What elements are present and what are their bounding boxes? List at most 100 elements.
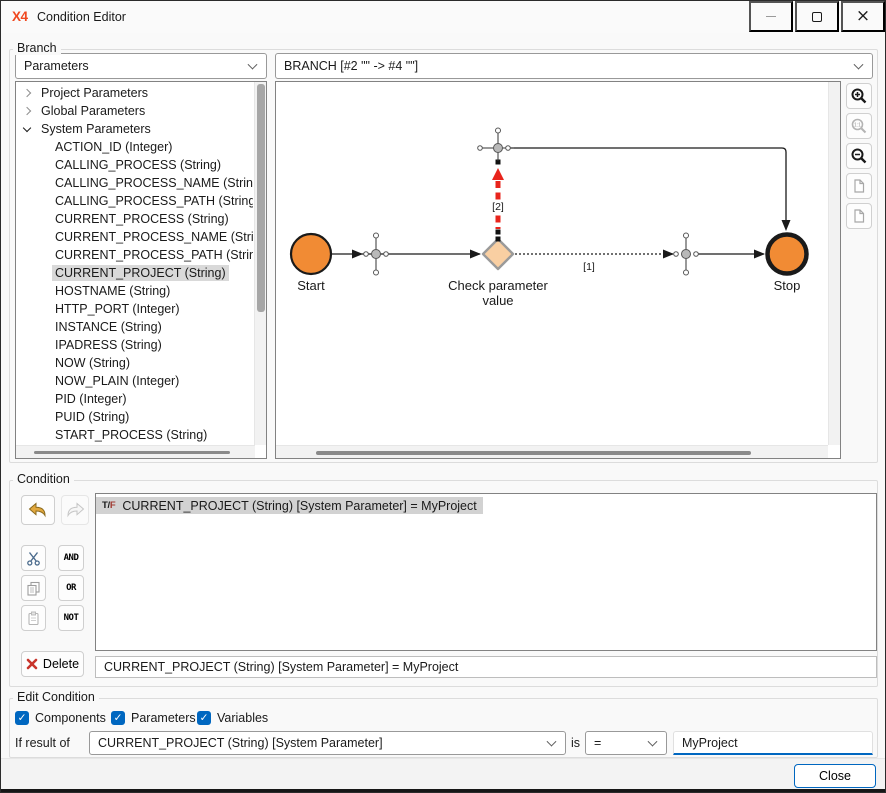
connector-node[interactable] xyxy=(674,233,699,275)
tree-item-label: HOSTNAME (String) xyxy=(52,283,173,299)
zoom-out-icon xyxy=(850,147,868,165)
chevron-right-icon[interactable] xyxy=(22,106,32,116)
stop-node[interactable] xyxy=(768,235,807,274)
diagram-vertical-scrollbar[interactable] xyxy=(828,82,840,445)
and-operator-button[interactable]: AND xyxy=(58,545,84,571)
tree-item[interactable]: System Parameters xyxy=(16,120,253,138)
chevron-down-icon[interactable] xyxy=(22,124,32,134)
arrowhead-icon xyxy=(470,250,481,259)
decision-node-label2: value xyxy=(482,293,513,308)
condition-preview-field[interactable]: CURRENT_PROJECT (String) [System Paramet… xyxy=(95,656,877,678)
tree-hscroll-thumb[interactable] xyxy=(34,451,230,454)
tree-item-label: IPADRESS (String) xyxy=(52,337,165,353)
minimize-button[interactable] xyxy=(749,1,793,32)
chevron-right-icon[interactable] xyxy=(22,88,32,98)
edge-branch1-label: [1] xyxy=(583,261,595,273)
redo-icon xyxy=(65,502,85,518)
chevron-down-icon xyxy=(547,737,557,747)
zoom-actual-size-button[interactable]: 1:1 xyxy=(846,113,872,139)
not-operator-button[interactable]: NOT xyxy=(58,605,84,631)
delete-button[interactable]: Delete xyxy=(21,651,84,677)
undo-icon xyxy=(28,502,48,518)
edge-handle[interactable] xyxy=(496,230,501,235)
tree-item[interactable]: IPADRESS (String) xyxy=(16,336,253,354)
tree-item[interactable]: HOSTNAME (String) xyxy=(16,282,253,300)
connector-node[interactable] xyxy=(364,233,389,275)
checkbox-check-icon[interactable]: ✓ xyxy=(111,711,125,725)
tree-item[interactable]: CALLING_PROCESS (String) xyxy=(16,156,253,174)
tree-item-label: CALLING_PROCESS_PATH (String) xyxy=(52,193,253,209)
checkbox-components[interactable]: ✓Components xyxy=(15,711,106,725)
zoom-in-button[interactable] xyxy=(846,83,872,109)
tree-item[interactable]: CURRENT_PROCESS (String) xyxy=(16,210,253,228)
tree-item-label: Global Parameters xyxy=(38,103,148,119)
page-preview-button[interactable] xyxy=(846,203,872,229)
diagram-horizontal-scrollbar[interactable] xyxy=(276,445,828,458)
tree-item[interactable]: CURRENT_PROCESS_NAME (String) xyxy=(16,228,253,246)
connector-node[interactable] xyxy=(478,128,514,161)
edge-handle[interactable] xyxy=(496,237,501,242)
page-icon xyxy=(851,178,867,194)
tree-item[interactable]: HTTP_PORT (Integer) xyxy=(16,300,253,318)
copy-button[interactable] xyxy=(21,575,46,601)
tree-item-label: HTTP_PORT (Integer) xyxy=(52,301,183,317)
tree-item[interactable]: START_PROCESS (String) xyxy=(16,426,253,444)
condition-editor-window: X4 Condition Editor × Branch Parameters … xyxy=(0,0,886,793)
page-view-button[interactable] xyxy=(846,173,872,199)
parameter-source-select[interactable]: Parameters xyxy=(15,53,267,79)
arrowhead-icon xyxy=(754,250,765,259)
start-node[interactable] xyxy=(291,234,331,274)
paste-icon xyxy=(26,611,41,626)
maximize-button[interactable] xyxy=(795,1,839,32)
zoom-out-button[interactable] xyxy=(846,143,872,169)
tree-item[interactable]: PUID (String) xyxy=(16,408,253,426)
or-operator-button[interactable]: OR xyxy=(58,575,84,601)
condition-group-label: Condition xyxy=(13,472,74,486)
branch-select[interactable]: BRANCH [#2 "" -> #4 ""] xyxy=(275,53,873,79)
tree-item[interactable]: Project Parameters xyxy=(16,84,253,102)
parameter-source-value: Parameters xyxy=(24,59,89,73)
delete-label: Delete xyxy=(43,657,79,671)
undo-button[interactable] xyxy=(21,495,55,525)
checkbox-parameters[interactable]: ✓Parameters xyxy=(111,711,196,725)
tree-item[interactable]: CALLING_PROCESS_NAME (String) xyxy=(16,174,253,192)
branch-group-label: Branch xyxy=(13,41,61,55)
tree-item[interactable]: PID (Integer) xyxy=(16,390,253,408)
checkbox-check-icon[interactable]: ✓ xyxy=(197,711,211,725)
edit-condition-group-label: Edit Condition xyxy=(13,690,99,704)
tree-item-label: PID (Integer) xyxy=(52,391,130,407)
tree-item[interactable]: INSTANCE (String) xyxy=(16,318,253,336)
cut-button[interactable] xyxy=(21,545,46,571)
expression-select[interactable]: CURRENT_PROJECT (String) [System Paramet… xyxy=(89,731,566,755)
condition-row-text: CURRENT_PROJECT (String) [System Paramet… xyxy=(122,499,476,513)
tree-item-label: START_PROCESS (String) xyxy=(52,427,210,443)
close-button[interactable]: Close xyxy=(794,764,876,788)
checkbox-check-icon[interactable]: ✓ xyxy=(15,711,29,725)
tree-item[interactable]: CURRENT_PROCESS_PATH (String) xyxy=(16,246,253,264)
redo-button[interactable] xyxy=(61,495,89,525)
tree-item[interactable]: CURRENT_PROJECT (String) xyxy=(16,264,253,282)
diagram-hscroll-thumb[interactable] xyxy=(316,451,751,455)
tree-item-label: PUID (String) xyxy=(52,409,132,425)
value-input[interactable]: MyProject xyxy=(673,731,873,755)
tree-item[interactable]: CALLING_PROCESS_PATH (String) xyxy=(16,192,253,210)
tree-item[interactable]: ACTION_ID (Integer) xyxy=(16,138,253,156)
condition-row[interactable]: T/FCURRENT_PROJECT (String) [System Para… xyxy=(96,497,483,514)
checkbox-variables[interactable]: ✓ Variables xyxy=(197,711,268,725)
tree-item[interactable]: NOW_PLAIN (Integer) xyxy=(16,372,253,390)
tree-item[interactable]: Global Parameters xyxy=(16,102,253,120)
is-label: is xyxy=(571,736,580,750)
close-window-button[interactable]: × xyxy=(841,1,885,32)
tree-vertical-scrollbar[interactable] xyxy=(254,82,266,445)
condition-list[interactable]: T/FCURRENT_PROJECT (String) [System Para… xyxy=(95,493,877,651)
decision-node[interactable] xyxy=(483,239,513,269)
tree-horizontal-scrollbar[interactable] xyxy=(16,445,255,458)
tree-vscroll-thumb[interactable] xyxy=(257,84,265,312)
checkbox-label: Variables xyxy=(217,711,268,725)
operator-select[interactable]: = xyxy=(585,731,667,755)
paste-button[interactable] xyxy=(21,605,46,631)
edge-return-line[interactable] xyxy=(510,148,786,223)
chevron-down-icon xyxy=(648,737,658,747)
tree-item-label: CALLING_PROCESS_NAME (String) xyxy=(52,175,253,191)
tree-item[interactable]: NOW (String) xyxy=(16,354,253,372)
